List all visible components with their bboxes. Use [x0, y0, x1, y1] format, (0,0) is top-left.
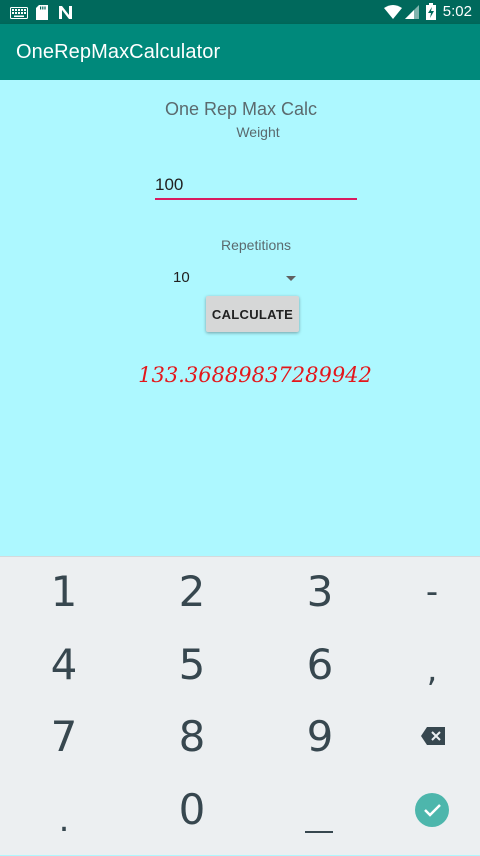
key-9[interactable]: 9 [260, 701, 380, 773]
space-bar-icon[interactable] [305, 831, 333, 833]
battery-charging-icon [426, 3, 436, 25]
status-bar: 5:02 [0, 0, 480, 24]
key-0[interactable]: 0 [132, 774, 252, 846]
key-1[interactable]: 1 [4, 556, 124, 628]
key-period[interactable]: . [4, 784, 124, 856]
key-3[interactable]: 3 [260, 556, 380, 628]
key-8[interactable]: 8 [132, 701, 252, 773]
backspace-icon[interactable] [421, 727, 445, 750]
repetitions-label: Repetitions [220, 237, 292, 253]
repetitions-spinner[interactable]: 10 [172, 266, 302, 292]
wifi-icon [384, 5, 402, 24]
app-title: OneRepMaxCalculator [16, 41, 221, 63]
weight-input[interactable] [155, 172, 357, 200]
dropdown-arrow-icon [286, 276, 296, 281]
key-5[interactable]: 5 [132, 629, 252, 701]
key-7[interactable]: 7 [4, 701, 124, 773]
result-value: 133.36889837289942 [138, 363, 372, 387]
app-bar: OneRepMaxCalculator [0, 24, 480, 80]
cell-signal-icon [405, 5, 419, 24]
n-notification-icon [58, 5, 73, 25]
page-heading: One Rep Max Calc [164, 99, 318, 119]
key-2[interactable]: 2 [132, 556, 252, 628]
key-6[interactable]: 6 [260, 629, 380, 701]
keyboard-icon [10, 6, 28, 24]
key-4[interactable]: 4 [4, 629, 124, 701]
enter-check-icon[interactable] [415, 793, 449, 827]
key-minus[interactable]: - [372, 556, 480, 628]
weight-label: Weight [236, 124, 280, 140]
sd-card-icon [36, 5, 48, 25]
status-time: 5:02 [442, 3, 472, 20]
calculator-form: One Rep Max Calc Weight Repetitions 10 C… [0, 80, 480, 556]
calculate-button[interactable]: CALCULATE [206, 296, 299, 332]
key-comma[interactable]: , [372, 634, 480, 706]
repetitions-value: 10 [173, 269, 190, 286]
